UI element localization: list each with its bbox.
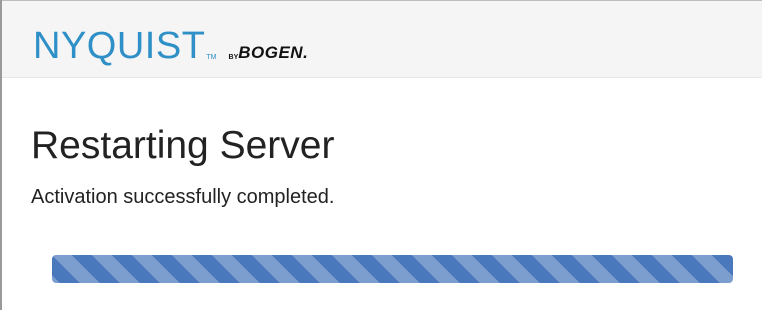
header: NYQUIST TM BY BOGEN. [2,1,762,78]
page-title: Restarting Server [31,124,335,167]
page: NYQUIST TM BY BOGEN. Restarting Server A… [0,0,762,310]
status-message: Activation successfully completed. [31,186,335,208]
progress-bar-fill [52,255,733,283]
nyquist-bogen-logo: NYQUIST TM BY BOGEN. [33,25,308,65]
logo-secondary: BOGEN. [238,43,309,62]
logo-by: BY [228,54,239,61]
logo-primary: NYQUIST [33,25,206,67]
logo-trademark: TM [206,54,217,61]
progress-bar [52,255,733,283]
